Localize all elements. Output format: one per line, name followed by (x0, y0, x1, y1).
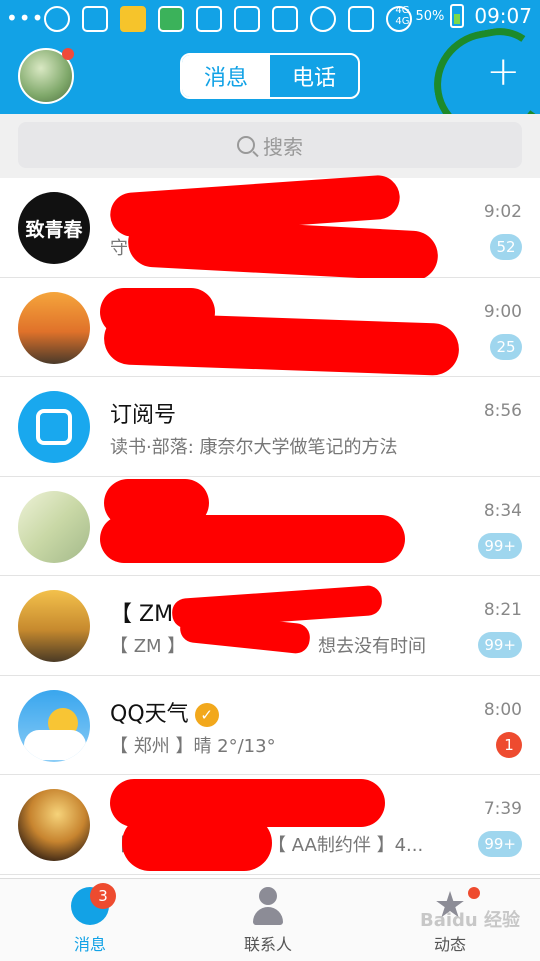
tab-contacts[interactable]: 联系人 (208, 887, 328, 955)
conversation-row[interactable]: 【 ZM 【 ZM 】 想去没有时间 8:21 99+ (0, 576, 540, 676)
conversation-row[interactable]: 9:00 25 (0, 277, 540, 377)
network-indicator: 4G 4G (395, 5, 410, 27)
search-area: 搜索 (0, 114, 540, 178)
conversation-preview-end: 【 AA制约伴 】4... (268, 835, 424, 856)
conversation-row[interactable]: 致青春 守 9:02 52 (0, 173, 540, 283)
person-icon (249, 887, 287, 925)
tab-label: 联系人 (243, 935, 292, 954)
messages-unread-badge: 3 (90, 883, 116, 909)
unread-badge: 99+ (478, 831, 522, 857)
conversation-time: 8:21 (483, 600, 522, 620)
notification-dots: ••• (6, 6, 45, 30)
conversation-row[interactable]: 【 【 AA制约伴 】4... 7:39 99+ (0, 775, 540, 875)
call-icon (348, 6, 374, 32)
unread-badge: 52 (490, 234, 522, 260)
conversation-time: 8:56 (483, 401, 522, 421)
redaction-mark (122, 815, 272, 871)
verified-icon: ✓ (194, 702, 219, 727)
conversation-row[interactable]: 8:34 99+ (0, 476, 540, 576)
alarm-icon (310, 6, 336, 32)
conversation-time: 7:39 (483, 799, 522, 819)
avatar (18, 789, 90, 861)
avatar (18, 490, 90, 563)
status-icons (44, 6, 412, 32)
conversation-list: 致青春 守 9:02 52 9:00 25 订阅号 读书·部落: 康奈尔大学做笔… (0, 173, 540, 875)
wechat-icon (44, 6, 70, 32)
conversation-time: 8:34 (483, 500, 522, 521)
usb-icon (234, 6, 260, 32)
conversation-title: 订阅号 (110, 403, 177, 428)
avatar-notification-dot (62, 48, 74, 60)
avatar (18, 291, 90, 364)
status-bar: ••• 4G 4G 50% 09:07 (0, 0, 540, 38)
weather-avatar (18, 689, 90, 762)
avatar (18, 590, 90, 662)
tab-label: 消息 (73, 935, 106, 954)
subscription-icon (18, 391, 90, 463)
search-input[interactable]: 搜索 (18, 122, 522, 168)
app-notification-icon (158, 6, 184, 32)
conversation-preview: 读书·部落: 康奈尔大学做笔记的方法 (110, 437, 398, 458)
conversation-preview: 【 ZM 】 (110, 636, 186, 657)
tab-messages[interactable]: 消息 (182, 55, 270, 97)
redaction-mark (126, 215, 440, 283)
conversation-row[interactable]: 订阅号 读书·部落: 康奈尔大学做笔记的方法 8:56 (0, 377, 540, 477)
message-call-switch: 消息 电话 (180, 53, 360, 99)
conversation-time: 9:02 (483, 202, 522, 222)
search-placeholder: 搜索 (263, 134, 303, 159)
tab-label: 动态 (433, 935, 466, 954)
clock: 09:07 (474, 4, 532, 28)
weather-sun-icon (120, 6, 146, 32)
vibrate-icon (272, 6, 298, 32)
camera-icon (82, 6, 108, 32)
conversation-time: 9:00 (483, 301, 522, 322)
battery-icon (450, 4, 465, 28)
tab-calls[interactable]: 电话 (270, 55, 358, 97)
moments-notification-dot (468, 887, 480, 899)
search-icon (237, 136, 255, 154)
conversation-title: QQ天气 ✓ (110, 696, 219, 728)
battery-percent: 50% (415, 8, 445, 24)
conversation-preview: 【 郑州 】晴 2°/13° (110, 735, 276, 757)
unread-badge: 99+ (478, 532, 522, 559)
redaction-mark (100, 514, 405, 563)
watermark: Baidu 经验 (420, 910, 521, 931)
conversation-preview-end: 想去没有时间 (318, 636, 426, 657)
unread-badge: 25 (490, 333, 522, 360)
warning-icon (196, 6, 222, 32)
unread-badge: 99+ (478, 632, 522, 658)
status-right: 4G 4G 50% 09:07 (395, 4, 532, 28)
conversation-row[interactable]: QQ天气 ✓ 【 郑州 】晴 2°/13° 8:00 1 (0, 675, 540, 775)
conversation-title: 【 ZM (110, 602, 174, 627)
conversation-time: 8:00 (483, 699, 522, 720)
avatar: 致青春 (18, 192, 90, 264)
conversation-preview: 守 (110, 238, 128, 259)
unread-badge: 1 (496, 731, 522, 758)
redaction-mark (103, 311, 460, 376)
